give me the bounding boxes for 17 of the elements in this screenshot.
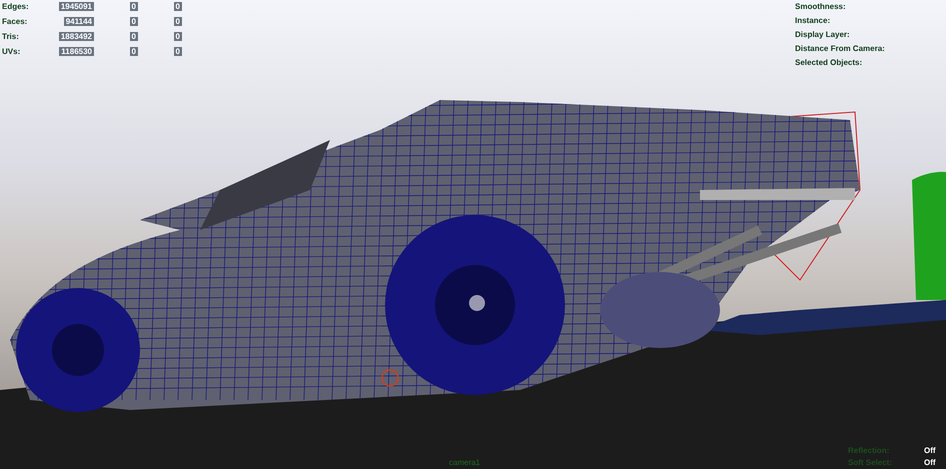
stat-value: 1945091 xyxy=(58,2,94,11)
pivot-marker-icon xyxy=(381,369,399,387)
camera-name: camera1 xyxy=(449,458,480,467)
setting-value: Off xyxy=(924,458,937,467)
info-label: Instance: xyxy=(795,16,832,25)
setting-value: Off xyxy=(924,446,937,455)
stat-value: 1186530 xyxy=(59,47,94,56)
info-label: Smoothness: xyxy=(795,2,847,11)
stat-value: 941144 xyxy=(64,17,94,26)
stat-label: UVs: xyxy=(2,47,22,56)
stat-label: Tris: xyxy=(2,32,20,41)
stat-value: 1883492 xyxy=(58,32,94,41)
info-label: Display Layer: xyxy=(795,30,851,39)
info-label: Distance From Camera: xyxy=(795,44,885,53)
info-label: Selected Objects: xyxy=(795,58,864,67)
stat-label: Edges: xyxy=(2,2,30,11)
stat-label: Faces: xyxy=(2,17,28,26)
